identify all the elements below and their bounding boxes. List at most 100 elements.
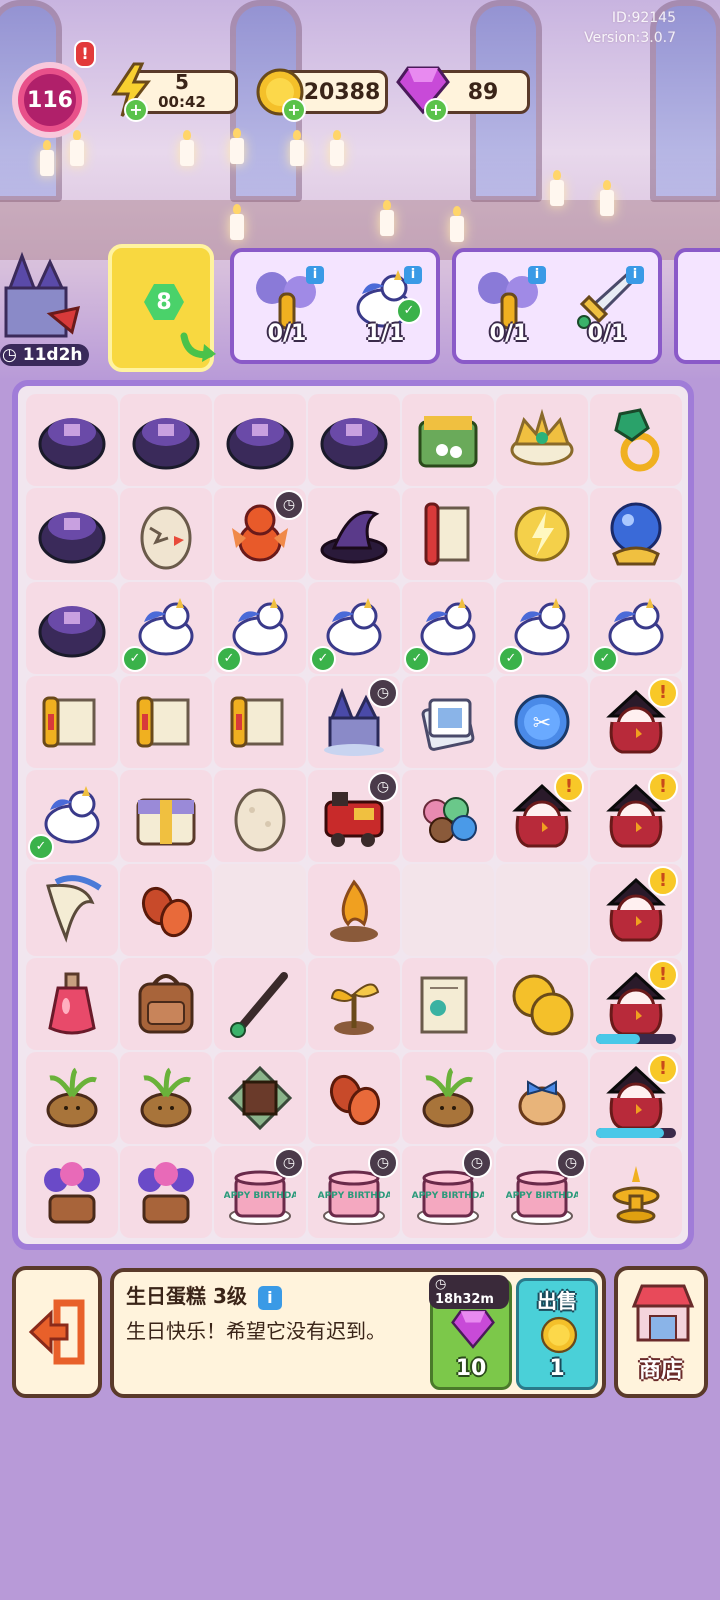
board-cell[interactable]: ◷ (214, 488, 306, 580)
board-cell[interactable] (26, 1052, 118, 1144)
board-cell[interactable] (590, 488, 682, 580)
exit-door-icon (28, 1299, 85, 1365)
progress-fill (596, 1128, 664, 1138)
board-cell[interactable] (26, 1146, 118, 1238)
timer-icon: ◷ (274, 490, 304, 520)
board-cell[interactable]: HAPPY BIRTHDAY ◷ (496, 1146, 588, 1238)
board-cell[interactable] (214, 770, 306, 862)
board-cell[interactable] (26, 488, 118, 580)
info-icon[interactable]: i (306, 266, 324, 284)
board-cell[interactable] (308, 1052, 400, 1144)
board-cell[interactable] (214, 958, 306, 1050)
merge-board: ◷✓✓✓✓✓✓◷✂!✓◷!!!!!HAPPY BIRTHDAY◷HAPPY BI… (12, 380, 694, 1250)
board-cell[interactable]: ◷ (308, 676, 400, 768)
board-cell[interactable] (214, 1052, 306, 1144)
gem-plus-button[interactable]: + (424, 98, 448, 122)
candle-decor (180, 130, 194, 166)
board-cell[interactable] (496, 488, 588, 580)
level-badge[interactable]: 116 (12, 62, 88, 138)
board-cell[interactable] (402, 676, 494, 768)
board-cell[interactable] (120, 864, 212, 956)
info-icon[interactable]: i (626, 266, 644, 284)
board-cell[interactable] (496, 394, 588, 486)
info-icon[interactable]: i (257, 1286, 282, 1310)
board-cell[interactable]: ! (590, 864, 682, 956)
board-cell[interactable] (308, 958, 400, 1050)
energy-value: 5 (175, 70, 189, 94)
board-cell[interactable] (26, 394, 118, 486)
board-cell[interactable]: ◷ (308, 770, 400, 862)
board-cell[interactable]: ✓ (496, 582, 588, 674)
board-cell[interactable]: ✂ (496, 676, 588, 768)
speed-cost: 10 (455, 1356, 487, 1381)
board-cell[interactable] (26, 676, 118, 768)
board-cell[interactable] (590, 394, 682, 486)
info-icon[interactable]: i (404, 266, 422, 284)
board-cell-empty[interactable] (496, 864, 588, 956)
cracked-egg-icon (140, 506, 192, 570)
board-cell[interactable]: ! (590, 770, 682, 862)
board-cell[interactable]: ✓ (26, 770, 118, 862)
quest-card-2[interactable]: i 0/1 i 0/1 (452, 248, 662, 364)
board-cell[interactable] (496, 958, 588, 1050)
board-cell[interactable] (26, 958, 118, 1050)
event-castle-button[interactable] (0, 248, 88, 358)
alert-icon: ! (648, 960, 678, 990)
cake-text: HAPPY BIRTHDAY (318, 1191, 390, 1201)
board-cell[interactable]: ✓ (120, 582, 212, 674)
energy-plus-button[interactable]: + (124, 98, 148, 122)
cake-text: HAPPY BIRTHDAY (506, 1191, 578, 1201)
board-cell[interactable] (26, 864, 118, 956)
board-cell[interactable] (402, 958, 494, 1050)
card-deck-icon (421, 698, 475, 751)
board-cell[interactable] (308, 864, 400, 956)
board-cell[interactable]: HAPPY BIRTHDAY ◷ (402, 1146, 494, 1238)
board-cell[interactable] (308, 488, 400, 580)
board-cell[interactable]: ✓ (590, 582, 682, 674)
board-cell[interactable]: ! (496, 770, 588, 862)
board-cell[interactable] (590, 1146, 682, 1238)
board-cell[interactable]: ! (590, 1052, 682, 1144)
candle-decor (230, 204, 244, 240)
shop-button[interactable]: 商店 (614, 1266, 708, 1398)
quest-card-1[interactable]: i 0/1 i ✓ 1/1 (230, 248, 440, 364)
svg-text:✂: ✂ (533, 711, 551, 736)
board-cell[interactable]: HAPPY BIRTHDAY ◷ (214, 1146, 306, 1238)
board-cell[interactable] (402, 488, 494, 580)
checkmark-icon: ✓ (310, 646, 336, 672)
board-cell-empty[interactable] (402, 864, 494, 956)
shop-label: 商店 (638, 1358, 683, 1383)
board-cell[interactable] (496, 1052, 588, 1144)
board-cell[interactable]: ✓ (214, 582, 306, 674)
exit-button[interactable] (12, 1266, 102, 1398)
board-cell[interactable] (120, 394, 212, 486)
quest-card-3-partial[interactable] (674, 248, 720, 364)
board-cell-empty[interactable] (214, 864, 306, 956)
board-cell[interactable] (120, 1052, 212, 1144)
board-cell[interactable]: ! (590, 958, 682, 1050)
board-cell[interactable] (120, 676, 212, 768)
board-cell[interactable] (120, 958, 212, 1050)
info-icon[interactable]: i (528, 266, 546, 284)
board-cell[interactable]: ✓ (402, 582, 494, 674)
board-cell[interactable] (214, 394, 306, 486)
board-cell[interactable]: ✓ (308, 582, 400, 674)
candle-decor (230, 128, 244, 164)
board-cell[interactable] (214, 676, 306, 768)
board-cell[interactable] (308, 394, 400, 486)
board-cell[interactable] (402, 394, 494, 486)
level-card-button[interactable]: 8 (108, 244, 216, 372)
speed-up-button[interactable]: ◷ 18h32m 10 (429, 1275, 512, 1390)
sell-button[interactable]: 出售 1 (516, 1278, 598, 1390)
board-cell[interactable]: ! (590, 676, 682, 768)
board-cell[interactable] (120, 770, 212, 862)
board-cell[interactable]: HAPPY BIRTHDAY ◷ (308, 1146, 400, 1238)
board-cell[interactable] (402, 1052, 494, 1144)
coin-plus-button[interactable]: + (282, 98, 306, 122)
board-cell[interactable] (26, 582, 118, 674)
board-cell[interactable] (120, 1146, 212, 1238)
mandrake-icon (46, 1067, 98, 1128)
letter-icon (420, 976, 468, 1034)
board-cell[interactable] (402, 770, 494, 862)
board-cell[interactable] (120, 488, 212, 580)
